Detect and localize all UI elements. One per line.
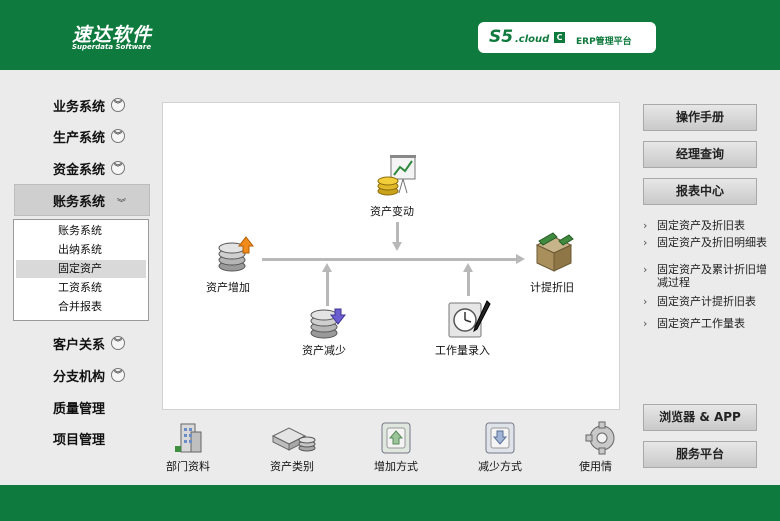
gear-icon — [585, 421, 615, 455]
chevron-down-icon: ︾ — [111, 98, 126, 112]
report-center-button[interactable]: 报表中心 — [643, 178, 757, 205]
header-bar: 速达软件 Superdata Software S5 .cloud C ERP管… — [0, 0, 780, 70]
nav-item-quality[interactable]: 质量管理 — [53, 397, 105, 417]
flow-label-depreciate[interactable]: 计提折旧 — [530, 279, 574, 295]
nav-item-crm[interactable]: 客户关系 ︾ — [53, 333, 126, 353]
nav-item-projects[interactable]: 项目管理 — [53, 428, 105, 448]
report-link[interactable]: › 固定资产计提折旧表 — [643, 295, 773, 308]
footer-bar — [0, 485, 780, 521]
arrow-up-icon — [322, 263, 332, 272]
asset-change-icon[interactable] — [375, 153, 421, 199]
bottom-item-reduce-methods[interactable]: 减少方式 — [472, 420, 528, 476]
bottom-label-usage: 使用情 — [579, 460, 612, 473]
report-link-label: 固定资产工作量表 — [657, 317, 745, 330]
add-method-icon — [381, 422, 411, 454]
nav-item-label: 业务系统 — [53, 99, 106, 115]
submenu-item-payroll[interactable]: 工资系统 — [16, 279, 146, 297]
chevron-right-icon: › — [643, 219, 648, 232]
chevron-right-icon: › — [643, 295, 648, 308]
nav-item-label: 项目管理 — [53, 432, 106, 448]
flow-line-workload — [467, 271, 470, 296]
building-icon — [175, 423, 202, 453]
manager-query-button[interactable]: 经理查询 — [643, 141, 757, 168]
chevron-right-icon: › — [643, 263, 648, 276]
nav-item-label: 分支机构 — [53, 369, 106, 385]
product-badge: S5 .cloud C ERP管理平台 — [478, 22, 656, 53]
arrow-up-icon — [463, 263, 473, 272]
submenu-item-consolidated[interactable]: 合并报表 — [16, 298, 146, 316]
badge-erp-label: ERP管理平台 — [576, 37, 632, 47]
chevron-down-icon: ︾ — [111, 336, 126, 350]
workload-clock-icon[interactable] — [447, 299, 491, 341]
report-link-label: 固定资产计提折旧表 — [657, 295, 756, 308]
report-link-label: 固定资产及折旧表 — [657, 219, 745, 232]
bottom-label-reduce-methods: 减少方式 — [478, 460, 522, 473]
submenu-item-cashier[interactable]: 出纳系统 — [16, 241, 146, 259]
nav-item-label: 质量管理 — [53, 401, 106, 417]
nav-item-label: 资金系统 — [53, 162, 106, 178]
chevron-right-icon: › — [643, 236, 648, 249]
manual-button[interactable]: 操作手册 — [643, 104, 757, 131]
flow-label-workload[interactable]: 工作量录入 — [435, 342, 490, 358]
browser-app-button[interactable]: 浏览器 & APP — [643, 404, 757, 431]
depreciation-box-icon[interactable] — [533, 231, 575, 273]
submenu-item-accounting[interactable]: 账务系统 — [16, 222, 146, 240]
arrow-down-icon — [392, 242, 402, 251]
flow-label-add[interactable]: 资产增加 — [206, 279, 250, 295]
nav-item-business[interactable]: 业务系统 ︾ — [53, 95, 126, 115]
report-link[interactable]: › 固定资产工作量表 — [643, 317, 773, 330]
categories-stack-icon — [271, 427, 316, 452]
bottom-label-departments: 部门资料 — [166, 460, 210, 473]
nav-item-funds[interactable]: 资金系统 ︾ — [53, 158, 126, 178]
accounting-submenu: 账务系统 出纳系统 固定资产 工资系统 合并报表 — [13, 219, 149, 321]
report-link[interactable]: › 固定资产及折旧明细表 — [643, 236, 773, 262]
badge-cloud: .cloud — [515, 34, 550, 45]
submenu-item-fixed-assets[interactable]: 固定资产 — [16, 260, 146, 278]
logo-subtitle: Superdata Software — [72, 43, 152, 51]
flow-label-reduce[interactable]: 资产减少 — [302, 342, 346, 358]
chevron-down-icon: ︾ — [117, 199, 127, 209]
bottom-label-add-methods: 增加方式 — [374, 460, 418, 473]
arrow-right-icon — [516, 254, 525, 264]
flow-main-line — [262, 258, 518, 261]
report-link[interactable]: › 固定资产及折旧表 — [643, 219, 773, 232]
bottom-item-usage[interactable]: 使用情 — [576, 420, 620, 476]
asset-add-icon[interactable] — [215, 235, 255, 275]
flow-line-reduce — [326, 271, 329, 306]
report-link-label: 固定资产及累计折旧增减过程 — [657, 263, 767, 289]
asset-reduce-icon[interactable] — [307, 303, 347, 341]
reduce-method-icon — [485, 422, 515, 454]
report-link-label: 固定资产及折旧明细表 — [657, 236, 767, 249]
fixed-asset-flow-panel: 资产变动 资产增加 计提折旧 资产减少 工作量录入 — [162, 102, 620, 410]
flow-label-change[interactable]: 资产变动 — [370, 203, 414, 219]
bottom-item-asset-categories[interactable]: 资产类别 — [263, 420, 321, 476]
chevron-down-icon: ︾ — [111, 368, 126, 382]
badge-c-icon: C — [554, 32, 565, 43]
chevron-right-icon: › — [643, 317, 648, 330]
bottom-item-departments[interactable]: 部门资料 — [162, 420, 214, 476]
nav-item-production[interactable]: 生产系统 ︾ — [53, 126, 126, 146]
report-link[interactable]: › 固定资产及累计折旧增减过程 — [643, 263, 773, 289]
badge-s5: S5 — [489, 27, 514, 47]
nav-item-accounting-label: 账务系统 — [53, 195, 106, 210]
nav-item-branches[interactable]: 分支机构 ︾ — [53, 365, 126, 385]
bottom-item-add-methods[interactable]: 增加方式 — [368, 420, 424, 476]
service-platform-button[interactable]: 服务平台 — [643, 441, 757, 468]
bottom-label-asset-categories: 资产类别 — [270, 460, 314, 473]
chevron-down-icon: ︾ — [111, 129, 126, 143]
nav-item-label: 客户关系 — [53, 337, 106, 353]
chevron-down-icon: ︾ — [111, 161, 126, 175]
nav-item-label: 生产系统 — [53, 130, 106, 146]
